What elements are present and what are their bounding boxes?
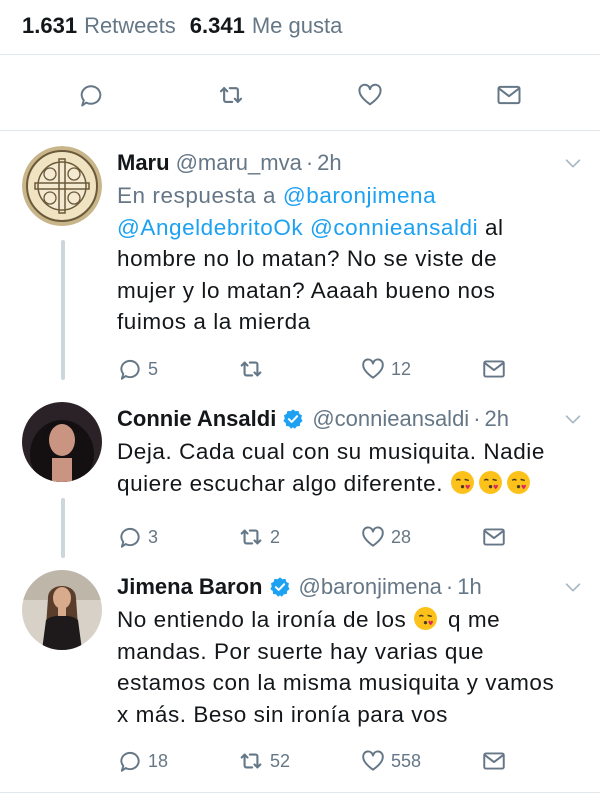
tweet-maru[interactable]: Maru @maru_mva · 2h En respuesta a @baro…	[0, 146, 600, 386]
like-count: 28	[391, 526, 412, 547]
tweet-stats: 1.631 Retweets 6.341 Me gusta	[22, 10, 342, 42]
retweet-count: 2	[270, 526, 281, 547]
envelope-icon	[483, 752, 505, 770]
chevron-down-icon[interactable]	[562, 576, 584, 598]
author-name[interactable]: Jimena Baron	[117, 574, 263, 600]
retweet-icon	[240, 753, 262, 769]
tweet-body: Deja. Cada cual con su musiquita. Nadie …	[117, 436, 587, 499]
reply-icon	[120, 751, 140, 772]
divider	[0, 130, 600, 131]
reply-count: 18	[148, 750, 169, 771]
tweet-header: Jimena Baron @baronjimena · 1h	[117, 570, 560, 604]
tweet-time[interactable]: 1h	[457, 574, 481, 600]
retweet-button[interactable]	[237, 354, 270, 384]
retweet-button[interactable]	[216, 80, 246, 110]
face-blowing-kiss-emoji	[450, 470, 474, 494]
reply-icon	[80, 85, 102, 107]
verified-badge-icon	[269, 576, 291, 598]
reply-button[interactable]: 3	[117, 522, 158, 552]
tweet-actions: 5 12	[117, 354, 517, 384]
chevron-down-icon[interactable]	[562, 152, 584, 174]
reply-context: En respuesta a @baronjimena	[117, 183, 436, 208]
reply-button[interactable]	[76, 80, 106, 110]
tweet-actions: 18 52 558	[117, 746, 517, 776]
retweet-icon	[219, 87, 243, 103]
saint-benedict-medal-image	[22, 146, 102, 226]
face-blowing-kiss-emoji	[478, 470, 502, 494]
tweet-actions: 3 2 28	[117, 522, 517, 552]
retweet-button[interactable]: 2	[237, 522, 280, 552]
avatar[interactable]	[22, 570, 102, 650]
separator-dot: ·	[473, 406, 481, 431]
message-button[interactable]	[481, 746, 507, 776]
divider	[0, 792, 600, 793]
face-blowing-kiss-emoji	[414, 607, 438, 630]
likes-count[interactable]: 6.341	[190, 13, 245, 39]
tweet-header: Maru @maru_mva · 2h	[117, 146, 560, 180]
heart-icon	[358, 83, 382, 106]
tweet-time[interactable]: 2h	[317, 150, 341, 176]
tweet-text: No entiendo la ironía de los	[117, 607, 407, 632]
like-button[interactable]: 28	[360, 522, 411, 552]
like-count: 12	[391, 358, 412, 379]
reply-icon	[120, 359, 140, 380]
author-handle[interactable]: @maru_mva	[176, 150, 302, 176]
heart-icon	[362, 750, 384, 771]
envelope-icon	[483, 360, 505, 378]
message-button[interactable]	[481, 522, 507, 552]
mentions-link[interactable]: @AngeldebritoOk @connieansaldi	[117, 215, 478, 240]
chevron-down-icon[interactable]	[562, 408, 584, 430]
envelope-icon	[497, 85, 521, 105]
author-name[interactable]: Maru	[117, 150, 170, 176]
separator-dot: ·	[445, 574, 454, 599]
verified-badge-icon	[282, 408, 304, 430]
author-name[interactable]: Connie Ansaldi	[117, 406, 276, 432]
profile-photo	[22, 570, 102, 650]
reply-button[interactable]: 18	[117, 746, 168, 776]
heart-icon	[362, 526, 384, 547]
retweet-icon	[240, 529, 262, 545]
like-button[interactable]	[355, 80, 385, 110]
reply-count: 3	[148, 526, 159, 547]
tweet-connie-ansaldi[interactable]: Connie Ansaldi @connieansaldi · 2h Deja.…	[0, 402, 600, 554]
tweet-time[interactable]: 2h	[485, 406, 509, 432]
retweet-icon	[240, 361, 262, 377]
likes-label[interactable]: Me gusta	[252, 13, 343, 39]
author-handle[interactable]: @connieansaldi	[312, 406, 469, 432]
reply-prefix: En respuesta a	[117, 183, 277, 208]
reply-button[interactable]: 5	[117, 354, 158, 384]
message-button[interactable]	[481, 354, 507, 384]
tweet-body: En respuesta a @baronjimena @Angeldebrit…	[117, 180, 557, 338]
author-handle[interactable]: @baronjimena	[299, 574, 442, 600]
retweets-label[interactable]: Retweets	[84, 13, 176, 39]
like-button[interactable]: 558	[360, 746, 421, 776]
avatar[interactable]	[22, 146, 102, 226]
separator-dot: ·	[305, 150, 314, 175]
reply-count: 5	[148, 358, 159, 379]
envelope-icon	[483, 528, 505, 546]
retweet-button[interactable]: 52	[237, 746, 290, 776]
tweet-jimena-baron[interactable]: Jimena Baron @baronjimena · 1h No entien…	[0, 570, 600, 780]
retweet-count: 52	[270, 750, 291, 771]
message-button[interactable]	[494, 80, 524, 110]
retweets-count[interactable]: 1.631	[22, 13, 77, 39]
heart-icon	[362, 358, 384, 379]
divider	[0, 54, 600, 55]
main-action-bar	[0, 72, 600, 118]
avatar[interactable]	[22, 402, 102, 482]
reply-icon	[120, 527, 140, 548]
tweet-header: Connie Ansaldi @connieansaldi · 2h	[117, 402, 560, 436]
profile-photo	[22, 402, 102, 482]
reply-to-link[interactable]: @baronjimena	[283, 183, 436, 208]
like-count: 558	[391, 750, 422, 771]
like-button[interactable]: 12	[360, 354, 411, 384]
face-blowing-kiss-emoji	[506, 470, 530, 494]
tweet-body: No entiendo la ironía de los q me mandas…	[117, 604, 557, 730]
